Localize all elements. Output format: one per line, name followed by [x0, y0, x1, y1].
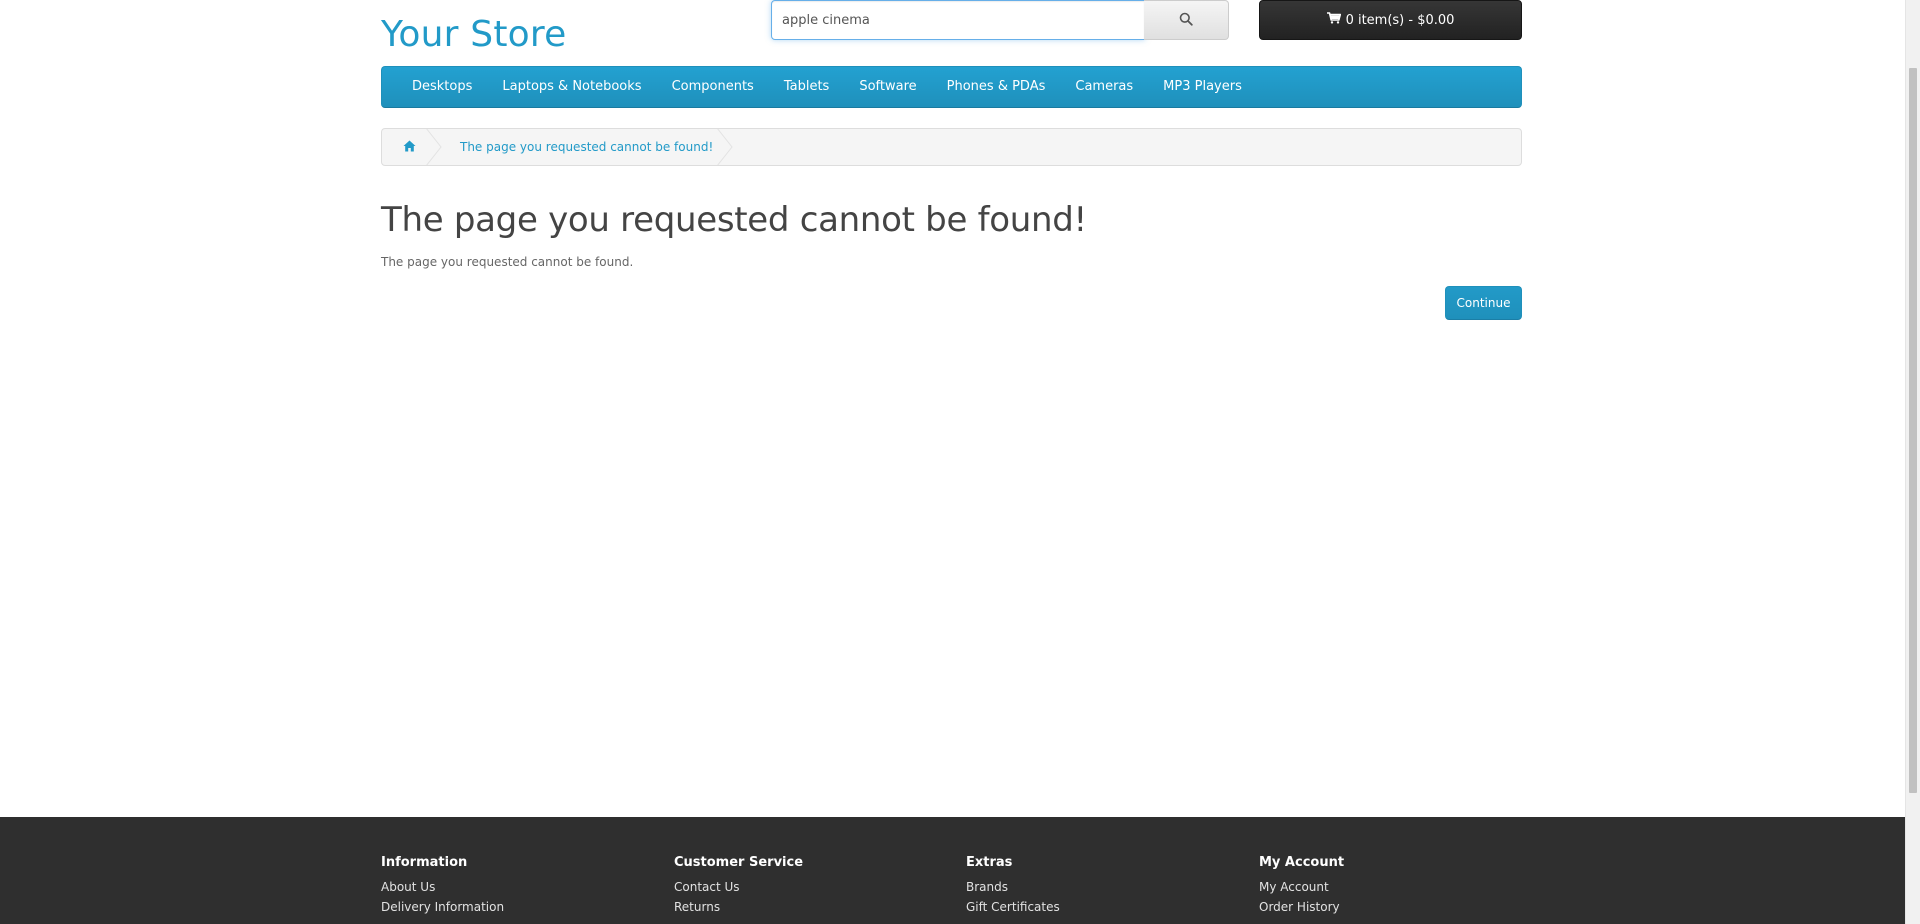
menu-item-software[interactable]: Software: [844, 66, 931, 108]
continue-button[interactable]: Continue: [1445, 286, 1522, 320]
cart-total-label: 0 item(s) - $0.00: [1345, 12, 1455, 28]
breadcrumb: The page you requested cannot be found!: [381, 128, 1522, 166]
page-title: The page you requested cannot be found!: [381, 200, 1087, 240]
footer-heading: Extras: [966, 855, 1013, 870]
main-menu: Desktops Laptops & Notebooks Components …: [381, 66, 1522, 108]
footer-link-my-account[interactable]: My Account: [1259, 877, 1344, 897]
footer-link-contact-us[interactable]: Contact Us: [674, 877, 803, 897]
breadcrumb-separator: [426, 129, 442, 165]
footer-heading: My Account: [1259, 855, 1345, 870]
store-logo[interactable]: Your Store: [381, 14, 566, 55]
footer-link-order-history[interactable]: Order History: [1259, 897, 1344, 917]
menu-item-mp3-players[interactable]: MP3 Players: [1148, 66, 1257, 108]
menu-item-tablets[interactable]: Tablets: [769, 66, 845, 108]
footer-heading: Information: [381, 855, 468, 870]
menu-item-cameras[interactable]: Cameras: [1060, 66, 1148, 108]
footer-column-my-account: My Account My Account Order History: [1259, 855, 1344, 917]
menu-item-desktops[interactable]: Desktops: [397, 66, 487, 108]
footer-link-brands[interactable]: Brands: [966, 877, 1060, 897]
search-button[interactable]: [1144, 0, 1229, 40]
footer: Information About Us Delivery Informatio…: [0, 817, 1905, 924]
cart-button[interactable]: 0 item(s) - $0.00: [1259, 0, 1522, 40]
breadcrumb-current[interactable]: The page you requested cannot be found!: [460, 129, 713, 165]
search-icon: [1179, 12, 1193, 29]
shopping-cart-icon: [1326, 12, 1341, 28]
footer-link-returns[interactable]: Returns: [674, 897, 803, 917]
footer-link-about-us[interactable]: About Us: [381, 877, 504, 897]
menu-item-laptops-notebooks[interactable]: Laptops & Notebooks: [487, 66, 656, 108]
vertical-scrollbar[interactable]: [1905, 0, 1920, 924]
breadcrumb-separator: [717, 129, 733, 165]
search-group: [771, 0, 1229, 40]
scrollbar-thumb[interactable]: [1909, 68, 1917, 793]
footer-column-information: Information About Us Delivery Informatio…: [381, 855, 504, 917]
menu-item-phones-pdas[interactable]: Phones & PDAs: [932, 66, 1061, 108]
menu-item-components[interactable]: Components: [657, 66, 769, 108]
footer-link-gift-certificates[interactable]: Gift Certificates: [966, 897, 1060, 917]
footer-column-customer-service: Customer Service Contact Us Returns: [674, 855, 803, 917]
footer-column-extras: Extras Brands Gift Certificates: [966, 855, 1060, 917]
footer-heading: Customer Service: [674, 855, 804, 870]
footer-link-delivery-information[interactable]: Delivery Information: [381, 897, 504, 917]
not-found-message: The page you requested cannot be found.: [381, 255, 634, 269]
home-icon: [403, 140, 416, 155]
search-input[interactable]: [771, 0, 1145, 40]
